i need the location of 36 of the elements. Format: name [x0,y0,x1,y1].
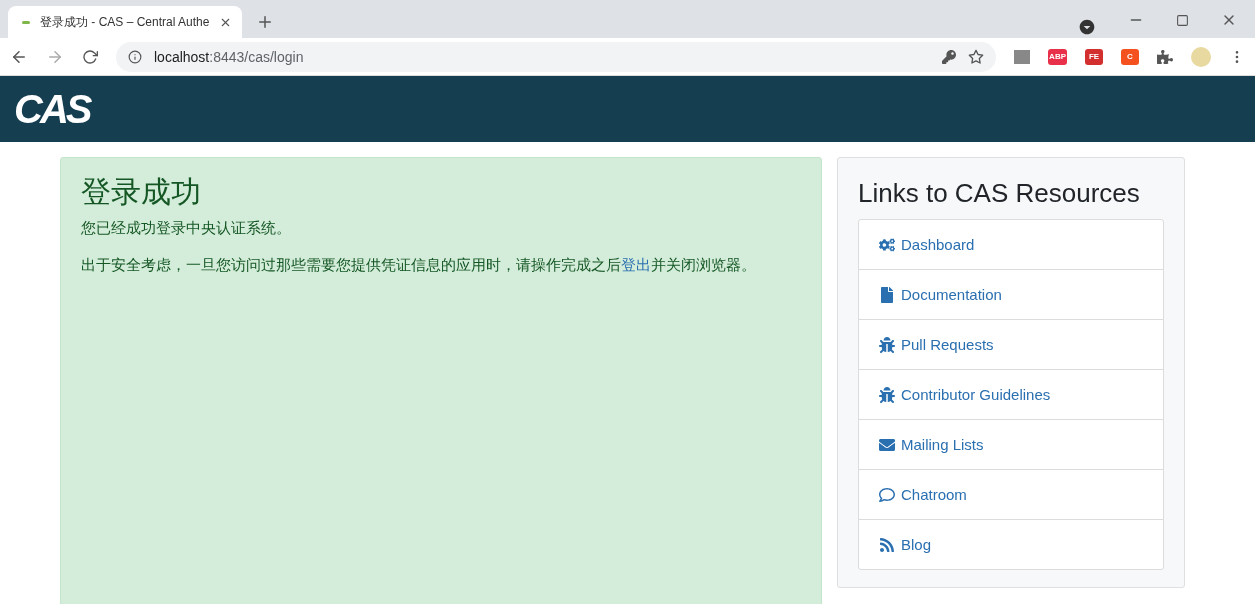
resource-link[interactable]: Pull Requests [901,336,994,353]
bug-icon [879,386,895,403]
rss-icon [879,536,895,553]
resource-link[interactable]: Documentation [901,286,1002,303]
dropdown-icon[interactable] [1078,18,1096,36]
maximize-icon[interactable] [1176,13,1189,27]
resource-link[interactable]: Chatroom [901,486,967,503]
info-icon [128,49,142,64]
bug-icon [879,336,895,353]
resource-link[interactable]: Blog [901,536,932,553]
extension-icon[interactable]: ABP [1048,48,1067,65]
resource-link[interactable]: Contributor Guidelines [901,386,1051,403]
security-notice: 出于安全考虑，一旦您访问过那些需要您提供凭证信息的应用时，请操作完成之后登出并关闭浏览器。 [81,254,757,276]
envelope-icon [879,436,895,453]
success-title: 登录成功 [81,173,202,211]
extension-icon[interactable]: FE [1085,48,1103,65]
extension-icon[interactable] [1014,49,1031,64]
address-bar[interactable]: localhost:8443/cas/login [116,41,997,72]
puzzle-icon[interactable] [1157,48,1173,65]
star-icon[interactable] [968,48,985,65]
url-text: localhost:8443/cas/login [154,48,305,65]
gears-icon [879,236,895,253]
extension-icon[interactable]: C [1121,48,1139,65]
logo[interactable]: CAS [14,86,90,132]
file-icon [879,286,895,303]
browser-tab[interactable]: 登录成功 - CAS – Central Authe [8,6,243,38]
resource-link[interactable]: Mailing Lists [901,436,984,453]
logout-link[interactable]: 登出 [621,255,651,274]
speech-bubble-icon [879,486,895,503]
reload-icon[interactable] [82,48,98,65]
tab-title: 登录成功 - CAS – Central Authe [40,13,210,31]
success-message: 您已经成功登录中央认证系统。 [81,218,292,239]
favicon-icon [22,20,30,24]
resources-title: Links to CAS Resources [858,178,1141,209]
resource-link[interactable]: Dashboard [901,236,975,253]
key-icon[interactable] [942,49,957,64]
